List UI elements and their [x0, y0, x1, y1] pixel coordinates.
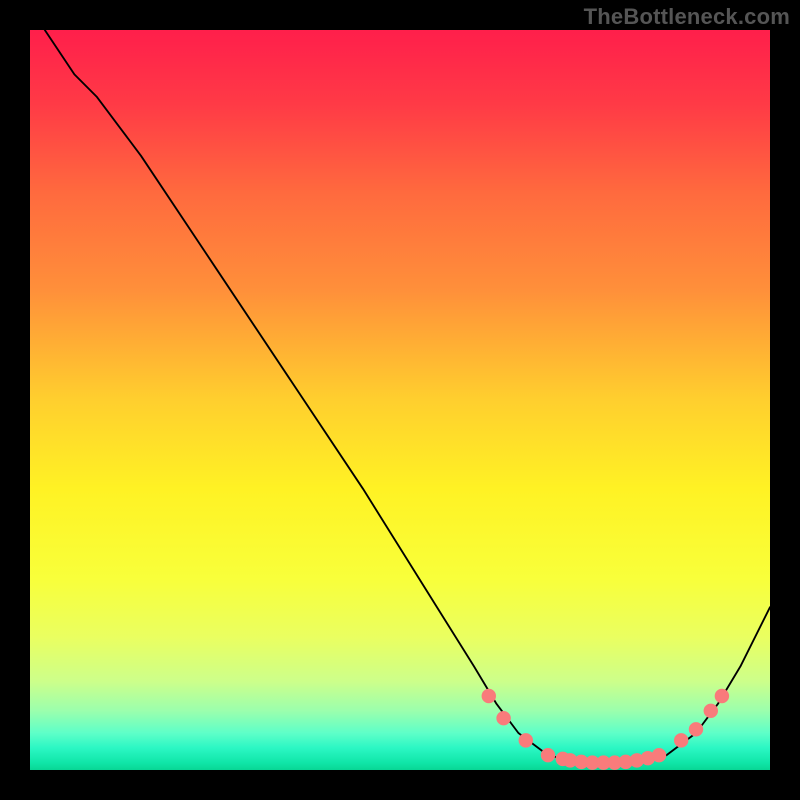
marker-dot	[541, 749, 554, 762]
bottleneck-markers	[30, 30, 770, 770]
marker-dot	[675, 734, 688, 747]
bottleneck-chart	[30, 30, 770, 770]
chart-frame: TheBottleneck.com	[0, 0, 800, 800]
marker-dot	[519, 734, 532, 747]
marker-dot	[689, 723, 702, 736]
marker-dot	[482, 689, 495, 702]
watermark-text: TheBottleneck.com	[584, 4, 790, 30]
marker-dot	[704, 704, 717, 717]
marker-dot	[497, 712, 510, 725]
marker-dot	[652, 749, 665, 762]
marker-dot	[715, 689, 728, 702]
